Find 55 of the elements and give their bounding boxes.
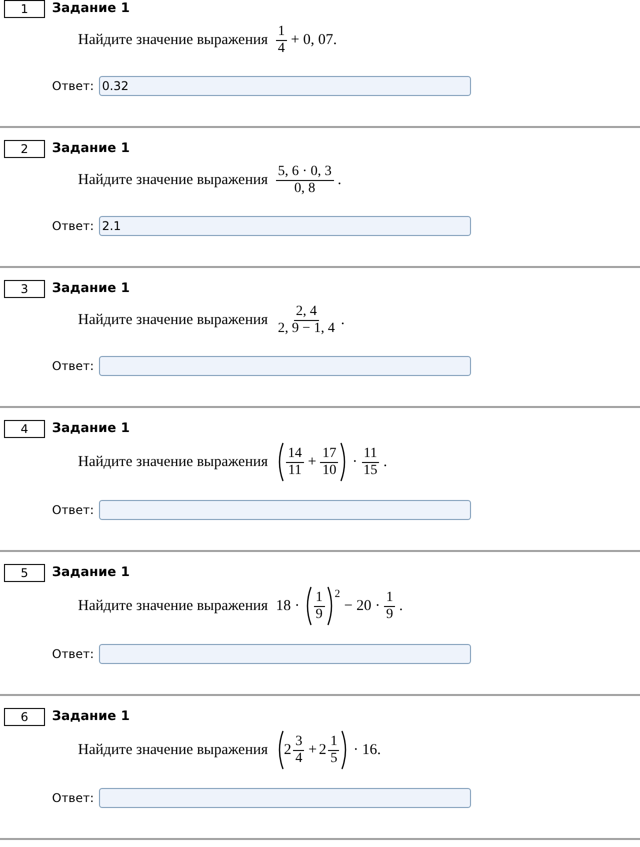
fraction: 11 15 (361, 446, 380, 478)
answer-label: Ответ: (52, 646, 94, 663)
task-number: 6 (4, 708, 45, 726)
task-title: Задание 1 (52, 420, 130, 438)
task-title: Задание 1 (52, 0, 130, 18)
fraction: 1 9 (314, 590, 325, 622)
fraction: 17 10 (320, 446, 338, 478)
task-text: Найдите значение выражения (78, 310, 268, 330)
math-text: . (383, 452, 388, 472)
answer-field[interactable] (98, 644, 471, 664)
math-text: . (340, 310, 345, 330)
math-text: · (352, 452, 358, 472)
math-text: 2 (318, 740, 326, 760)
exponent: 2 (334, 587, 340, 602)
math-text: + (308, 452, 316, 472)
task-title: Задание 1 (52, 140, 130, 158)
task-text: Найдите значение выражения (78, 596, 268, 616)
fraction: 2, 4 2, 9 − 1, 4 (276, 304, 336, 336)
task-title: Задание 1 (52, 564, 130, 582)
math-text: . (399, 596, 403, 616)
task-title: Задание 1 (52, 280, 130, 298)
task-title: Задание 1 (52, 708, 130, 726)
fraction: 5, 6 · 0, 3 0, 8 (276, 164, 334, 196)
math-text: + (308, 740, 317, 760)
answer-label: Ответ: (52, 790, 94, 807)
task-number: 2 (4, 140, 45, 158)
answer-label: Ответ: (52, 78, 94, 95)
task-text: Найдите значение выражения (78, 30, 268, 50)
task-number: 1 (4, 0, 45, 18)
task-number: 5 (4, 564, 45, 582)
math-text: . (338, 170, 342, 190)
math-text: + 0, 07. (290, 30, 337, 50)
task-text: Найдите значение выражения (78, 740, 268, 760)
fraction: 1 9 (384, 590, 396, 622)
fraction: 3 4 (293, 734, 304, 766)
answer-label: Ответ: (52, 218, 94, 235)
answer-field[interactable] (98, 500, 471, 520)
task-text: Найдите значение выражения (78, 452, 268, 472)
task-text: Найдите значение выражения (78, 170, 268, 190)
math-text: · 16. (353, 740, 381, 760)
math-text: 2 (284, 740, 292, 760)
task-number: 4 (4, 420, 45, 438)
answer-field[interactable] (98, 356, 471, 376)
answer-label: Ответ: (52, 358, 94, 375)
right-parenthesis-icon (326, 586, 335, 626)
math-text: − 20 · (344, 596, 380, 616)
fraction: 1 5 (328, 734, 340, 766)
task-number: 3 (4, 280, 45, 298)
math-text: 18 · (276, 596, 300, 616)
answer-field[interactable]: 0.32 (98, 76, 471, 96)
fraction: 1 4 (276, 24, 287, 56)
answer-label: Ответ: (52, 502, 94, 519)
answer-field[interactable] (98, 788, 471, 808)
answer-field[interactable]: 2.1 (98, 216, 471, 236)
fraction: 14 11 (286, 446, 304, 478)
